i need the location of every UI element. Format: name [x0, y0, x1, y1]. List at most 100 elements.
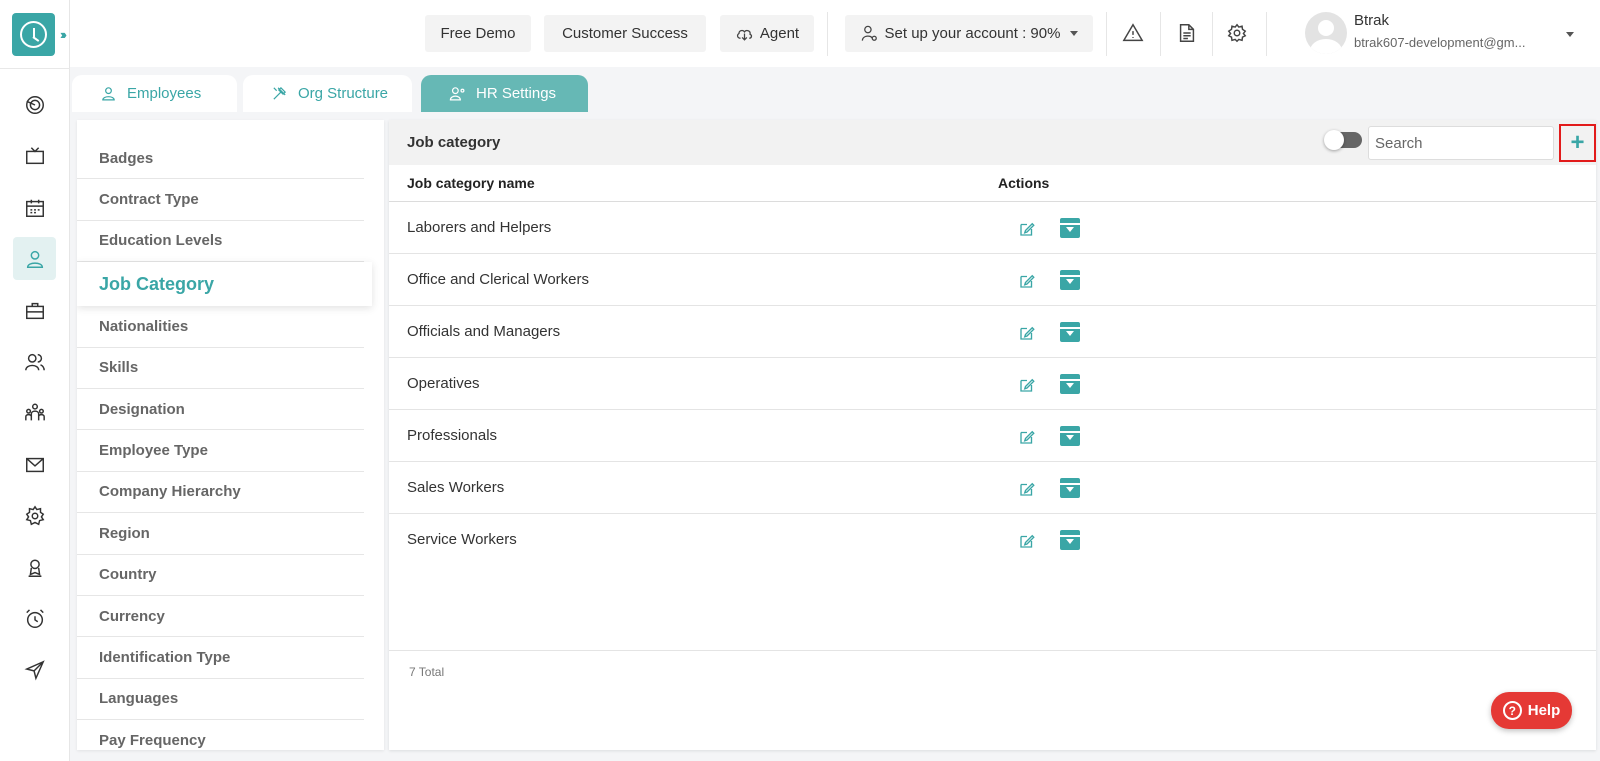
tab-employees[interactable]: Employees: [72, 75, 237, 112]
edit-icon[interactable]: [1018, 480, 1036, 498]
help-label: Help: [1527, 702, 1561, 719]
expand-sidebar-icon[interactable]: ›››: [60, 27, 67, 42]
user-menu-chevron-icon[interactable]: [1566, 32, 1574, 37]
tab-hr-settings[interactable]: HR Settings: [421, 75, 588, 112]
job-category-name: Sales Workers: [407, 479, 505, 496]
menu-item-designation[interactable]: Designation: [77, 389, 364, 431]
nav-profile[interactable]: [13, 546, 56, 589]
edit-icon[interactable]: [1018, 376, 1036, 394]
archive-icon[interactable]: [1060, 426, 1080, 446]
avatar[interactable]: [1305, 12, 1347, 54]
column-header-actions: Actions: [998, 175, 1050, 191]
archive-icon[interactable]: [1060, 322, 1080, 342]
agent-label: Agent: [759, 25, 800, 42]
nav-tv[interactable]: [13, 134, 56, 177]
archive-icon[interactable]: [1060, 374, 1080, 394]
user-settings-icon: [449, 87, 465, 101]
tab-hr-settings-label: HR Settings: [476, 85, 557, 102]
nav-calendar[interactable]: [13, 186, 56, 229]
nav-mail[interactable]: [13, 443, 56, 486]
question-icon: ?: [1502, 701, 1522, 720]
left-nav-rail: ›››: [0, 0, 70, 761]
tab-org-structure-label: Org Structure: [298, 85, 389, 102]
alert-button[interactable]: [1120, 20, 1146, 46]
nav-employees[interactable]: [13, 237, 56, 280]
edit-icon[interactable]: [1018, 428, 1036, 446]
nav-projects[interactable]: [13, 289, 56, 332]
panel-title: Job category: [407, 134, 501, 151]
calendar-icon: [25, 199, 44, 217]
menu-item-job-category[interactable]: Job Category: [77, 262, 372, 307]
tab-org-structure[interactable]: Org Structure: [243, 75, 412, 112]
divider: [1160, 12, 1161, 56]
user-name: Btrak: [1354, 12, 1390, 29]
rail-divider: [0, 68, 70, 69]
tab-employees-label: Employees: [127, 85, 202, 102]
nav-org[interactable]: [13, 391, 56, 434]
warning-icon: [1122, 23, 1144, 42]
menu-item-region[interactable]: Region: [77, 513, 364, 555]
menu-item-education-levels[interactable]: Education Levels: [77, 221, 364, 263]
menu-item-pay-frequency[interactable]: Pay Frequency: [77, 720, 364, 750]
users-icon: [24, 353, 45, 370]
job-category-name: Service Workers: [407, 531, 517, 548]
menu-item-contract-type[interactable]: Contract Type: [77, 179, 364, 221]
target-icon: [25, 95, 44, 114]
toggle-knob: [1324, 130, 1344, 150]
user-email: btrak607-development@gm...: [1354, 35, 1526, 50]
settings-button[interactable]: [1224, 20, 1250, 46]
add-job-category-button[interactable]: +: [1559, 124, 1596, 162]
nav-timer[interactable]: [13, 597, 56, 640]
menu-item-badges[interactable]: Badges: [77, 138, 364, 180]
edit-icon[interactable]: [1018, 324, 1036, 342]
document-icon: [1179, 24, 1195, 42]
top-bar: Free Demo Customer Success Agent Set up …: [70, 0, 1600, 67]
free-demo-button[interactable]: Free Demo: [425, 15, 531, 52]
menu-item-identification-type[interactable]: Identification Type: [77, 637, 364, 679]
alarm-clock-icon: [25, 608, 44, 628]
job-category-name: Operatives: [407, 375, 480, 392]
app-logo[interactable]: [12, 13, 55, 56]
nav-dashboard[interactable]: [13, 83, 56, 126]
tv-icon: [25, 146, 44, 164]
archive-icon[interactable]: [1060, 218, 1080, 238]
setup-account-label: Set up your account : 90%: [884, 25, 1061, 42]
customer-success-button[interactable]: Customer Success: [544, 15, 706, 52]
briefcase-icon: [25, 302, 44, 319]
nav-send[interactable]: [13, 648, 56, 691]
menu-item-skills[interactable]: Skills: [77, 348, 364, 389]
nav-team[interactable]: [13, 340, 56, 383]
nav-settings[interactable]: [13, 494, 56, 537]
archive-icon[interactable]: [1060, 270, 1080, 290]
document-button[interactable]: [1174, 20, 1200, 46]
table-row: Officials and Managers: [389, 306, 1596, 358]
menu-item-languages[interactable]: Languages: [77, 679, 364, 721]
chevron-down-icon: [1070, 31, 1079, 36]
menu-item-country[interactable]: Country: [77, 555, 364, 596]
archive-icon[interactable]: [1060, 530, 1080, 550]
agent-button[interactable]: Agent: [720, 15, 814, 52]
gear-icon: [25, 505, 44, 525]
clock-icon: [20, 21, 47, 48]
edit-icon[interactable]: [1018, 272, 1036, 290]
search-input[interactable]: [1368, 126, 1554, 160]
edit-icon[interactable]: [1018, 532, 1036, 550]
archive-icon[interactable]: [1060, 478, 1080, 498]
send-icon: [24, 659, 45, 680]
divider: [1212, 12, 1213, 56]
menu-item-nationalities[interactable]: Nationalities: [77, 306, 364, 348]
footer-divider: [389, 650, 1596, 651]
menu-item-company-hierarchy[interactable]: Company Hierarchy: [77, 472, 364, 514]
table-row: Office and Clerical Workers: [389, 254, 1596, 306]
job-category-name: Professionals: [407, 427, 498, 444]
job-category-name: Officials and Managers: [407, 323, 561, 340]
table-row: Laborers and Helpers: [389, 202, 1596, 254]
help-button[interactable]: ? Help: [1491, 692, 1572, 729]
setup-account-dropdown[interactable]: Set up your account : 90%: [845, 15, 1093, 52]
edit-icon[interactable]: [1018, 220, 1036, 238]
mail-icon: [25, 457, 44, 472]
archived-toggle[interactable]: [1324, 130, 1362, 150]
user-icon: [26, 250, 43, 268]
menu-item-currency[interactable]: Currency: [77, 596, 364, 638]
menu-item-employee-type[interactable]: Employee Type: [77, 430, 364, 472]
